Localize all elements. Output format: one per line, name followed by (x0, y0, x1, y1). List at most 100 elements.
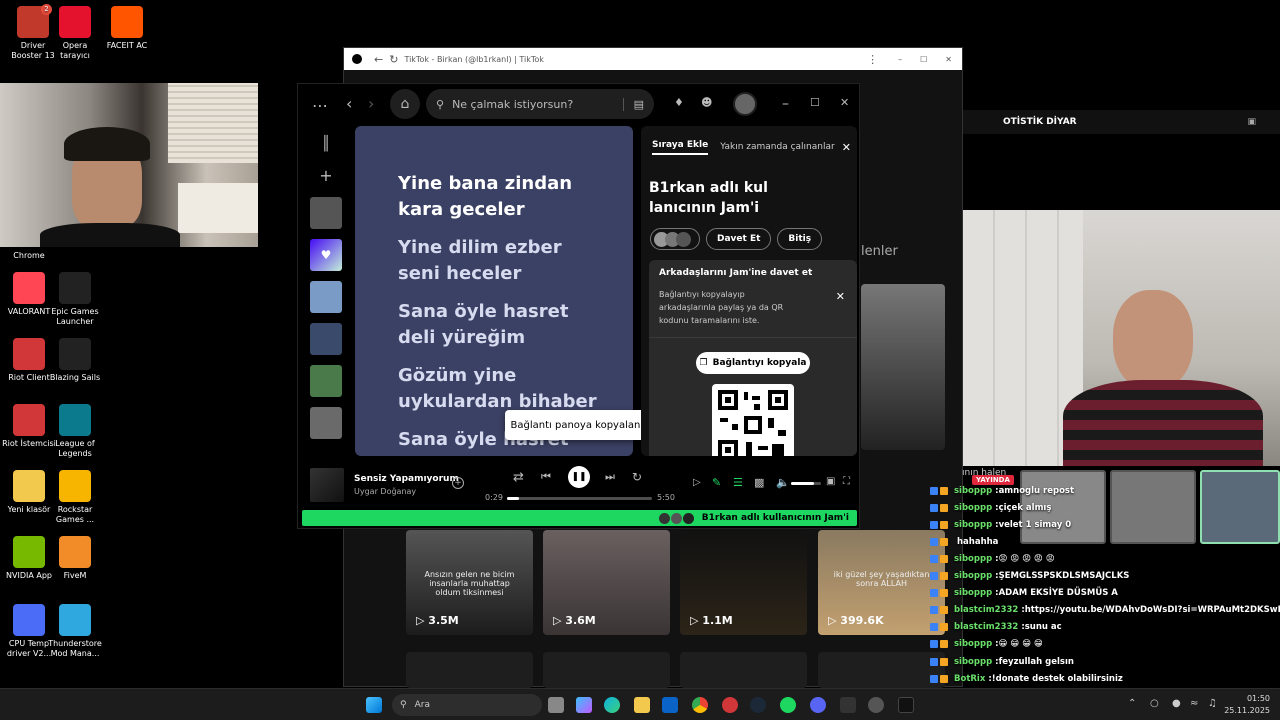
tiktok-icon[interactable] (898, 697, 914, 713)
video-thumbnail[interactable]: ▷ 3.6M (543, 530, 670, 635)
add-to-library-icon[interactable]: + (452, 477, 464, 489)
desktop-icon[interactable]: Epic Games Launcher (46, 272, 104, 327)
video-thumbnail[interactable] (680, 652, 807, 688)
chat-username[interactable]: blastcim2332 (954, 605, 1018, 615)
minimize-icon[interactable]: – (898, 55, 902, 64)
chat-username[interactable]: siboppp (954, 571, 992, 581)
volume-icon[interactable]: 🔈 (776, 476, 790, 489)
library-icon[interactable]: ║ (304, 136, 348, 152)
browse-icon[interactable]: ▤ (622, 97, 644, 111)
spotify-icon[interactable] (780, 697, 796, 713)
lyric-line[interactable]: Sana öyle hasret deli yüreğim (398, 299, 608, 351)
tray-mic-icon[interactable]: ● (1172, 698, 1181, 709)
library-tile[interactable] (310, 323, 342, 355)
more-dots-icon[interactable]: ⋯ (312, 96, 328, 115)
reload-icon[interactable]: ↻ (389, 53, 398, 66)
clock-date[interactable]: 25.11.2025 (1220, 706, 1270, 715)
progress-bar[interactable] (507, 497, 652, 500)
user-avatar[interactable] (733, 92, 757, 116)
desktop-icon[interactable]: FiveM (46, 536, 104, 581)
tab-recently-played[interactable]: Yakın zamanda çalınanlar (720, 142, 834, 152)
steam-icon[interactable] (750, 697, 766, 713)
video-thumbnail[interactable] (543, 652, 670, 688)
track-artist[interactable]: Uygar Doğanay (354, 487, 416, 496)
video-thumbnail[interactable] (818, 652, 945, 688)
windows-start-icon[interactable] (366, 697, 382, 713)
file-explorer-icon[interactable] (634, 697, 650, 713)
lyric-line[interactable]: Yine bana zindan kara geceler (398, 171, 608, 223)
friend-activity-icon[interactable]: ☻ (701, 96, 712, 109)
riot-icon[interactable] (722, 697, 738, 713)
chat-username[interactable]: siboppp (954, 657, 992, 667)
copy-link-button[interactable]: ❐ Bağlantıyı kopyala (696, 352, 810, 374)
tiktok-side-thumb[interactable] (861, 284, 945, 450)
fullscreen-icon[interactable]: ⛶ (843, 476, 850, 487)
liked-songs-tile[interactable]: ♥ (310, 239, 342, 271)
chat-username[interactable]: siboppp (954, 639, 992, 649)
close-icon[interactable]: ✕ (842, 141, 851, 154)
home-icon[interactable]: ⌂ (390, 89, 420, 119)
lyric-line[interactable]: Yine dilim ezber seni heceler (398, 235, 608, 287)
desktop-icon[interactable]: Blazing Sails (46, 338, 104, 383)
end-jam-button[interactable]: Bitiş (777, 228, 823, 250)
library-tile[interactable] (310, 365, 342, 397)
back-chevron-icon[interactable]: ‹ (346, 94, 352, 113)
desktop-icon[interactable]: FACEIT AC (98, 6, 156, 51)
jam-participants-avatars[interactable] (650, 228, 700, 250)
maximize-icon[interactable]: ☐ (810, 96, 820, 109)
tray-wifi-icon[interactable]: ≈ (1190, 698, 1198, 709)
connect-device-icon[interactable]: ▩ (754, 476, 764, 489)
mini-player-icon[interactable]: ▣ (826, 476, 835, 487)
minimize-icon[interactable]: – (782, 96, 789, 112)
close-icon[interactable]: ✕ (840, 96, 849, 109)
video-thumbnail[interactable] (406, 652, 533, 688)
tray-chevron-icon[interactable]: ⌃ (1128, 698, 1136, 709)
shuffle-icon[interactable]: ⇄ (513, 470, 524, 485)
volume-slider[interactable] (791, 482, 821, 485)
chat-username[interactable]: blastcim2332 (954, 622, 1018, 632)
video-thumbnail[interactable]: ▷ 1.1M (680, 530, 807, 635)
chrome-icon[interactable] (692, 697, 708, 713)
pause-button[interactable]: ❚❚ (568, 466, 590, 488)
now-playing-view-icon[interactable]: ▷ (693, 477, 701, 488)
previous-icon[interactable]: ⏮ (541, 470, 551, 484)
video-thumbnail[interactable]: iki güzel şey yaşadıktan sonra ALLAH ▷ 39… (818, 530, 945, 635)
notifications-bell-icon[interactable]: ♦ (674, 96, 684, 109)
invite-button[interactable]: Davet Et (706, 228, 772, 250)
app-icon[interactable] (868, 697, 884, 713)
back-arrow-icon[interactable]: ← (374, 53, 383, 66)
desktop-icon[interactable]: Opera tarayıcı (46, 6, 104, 61)
chat-username[interactable]: siboppp (954, 554, 992, 564)
desktop-icon[interactable]: Thunderstore Mod Mana... (46, 604, 104, 659)
chat-username[interactable]: siboppp (954, 588, 992, 598)
forward-chevron-icon[interactable]: › (368, 94, 374, 113)
lyrics-icon[interactable]: ✎ (712, 476, 721, 489)
track-title[interactable]: Sensiz Yapamıyorum (354, 474, 459, 484)
copilot-icon[interactable] (576, 697, 592, 713)
queue-icon[interactable]: ☰ (733, 476, 743, 489)
jam-status-bar[interactable]: B1rkan adlı kullanıcının Jam'i (302, 510, 857, 526)
tray-volume-icon[interactable]: ♫ (1208, 698, 1217, 709)
outlook-icon[interactable] (662, 697, 678, 713)
add-playlist-icon[interactable]: + (304, 166, 348, 185)
album-art[interactable] (310, 468, 344, 502)
library-tile[interactable] (310, 407, 342, 439)
desktop-icon[interactable]: Rockstar Games ... (46, 470, 104, 525)
library-tile[interactable] (310, 197, 342, 229)
task-view-icon[interactable] (548, 697, 564, 713)
chat-username[interactable]: BotRix (954, 674, 985, 684)
library-tile[interactable] (310, 281, 342, 313)
repeat-icon[interactable]: ↻ (632, 470, 642, 484)
tab-queue[interactable]: Sıraya Ekle (652, 140, 709, 155)
desktop-icon[interactable]: League of Legends (46, 404, 104, 459)
more-menu-icon[interactable]: ⋮ (867, 53, 878, 66)
tray-network-icon[interactable]: ○ (1150, 698, 1159, 709)
close-icon[interactable]: ✕ (836, 290, 845, 303)
chat-username[interactable]: siboppp (954, 503, 992, 513)
clock-time[interactable]: 01:50 (1240, 694, 1270, 703)
chat-username[interactable]: siboppp (954, 486, 992, 496)
search-input[interactable]: ⚲ Ne çalmak istiyorsun? ▤ (426, 89, 654, 119)
taskbar-search[interactable]: ⚲ Ara (392, 694, 542, 716)
epic-games-icon[interactable] (840, 697, 856, 713)
maximize-icon[interactable]: ☐ (920, 55, 927, 64)
